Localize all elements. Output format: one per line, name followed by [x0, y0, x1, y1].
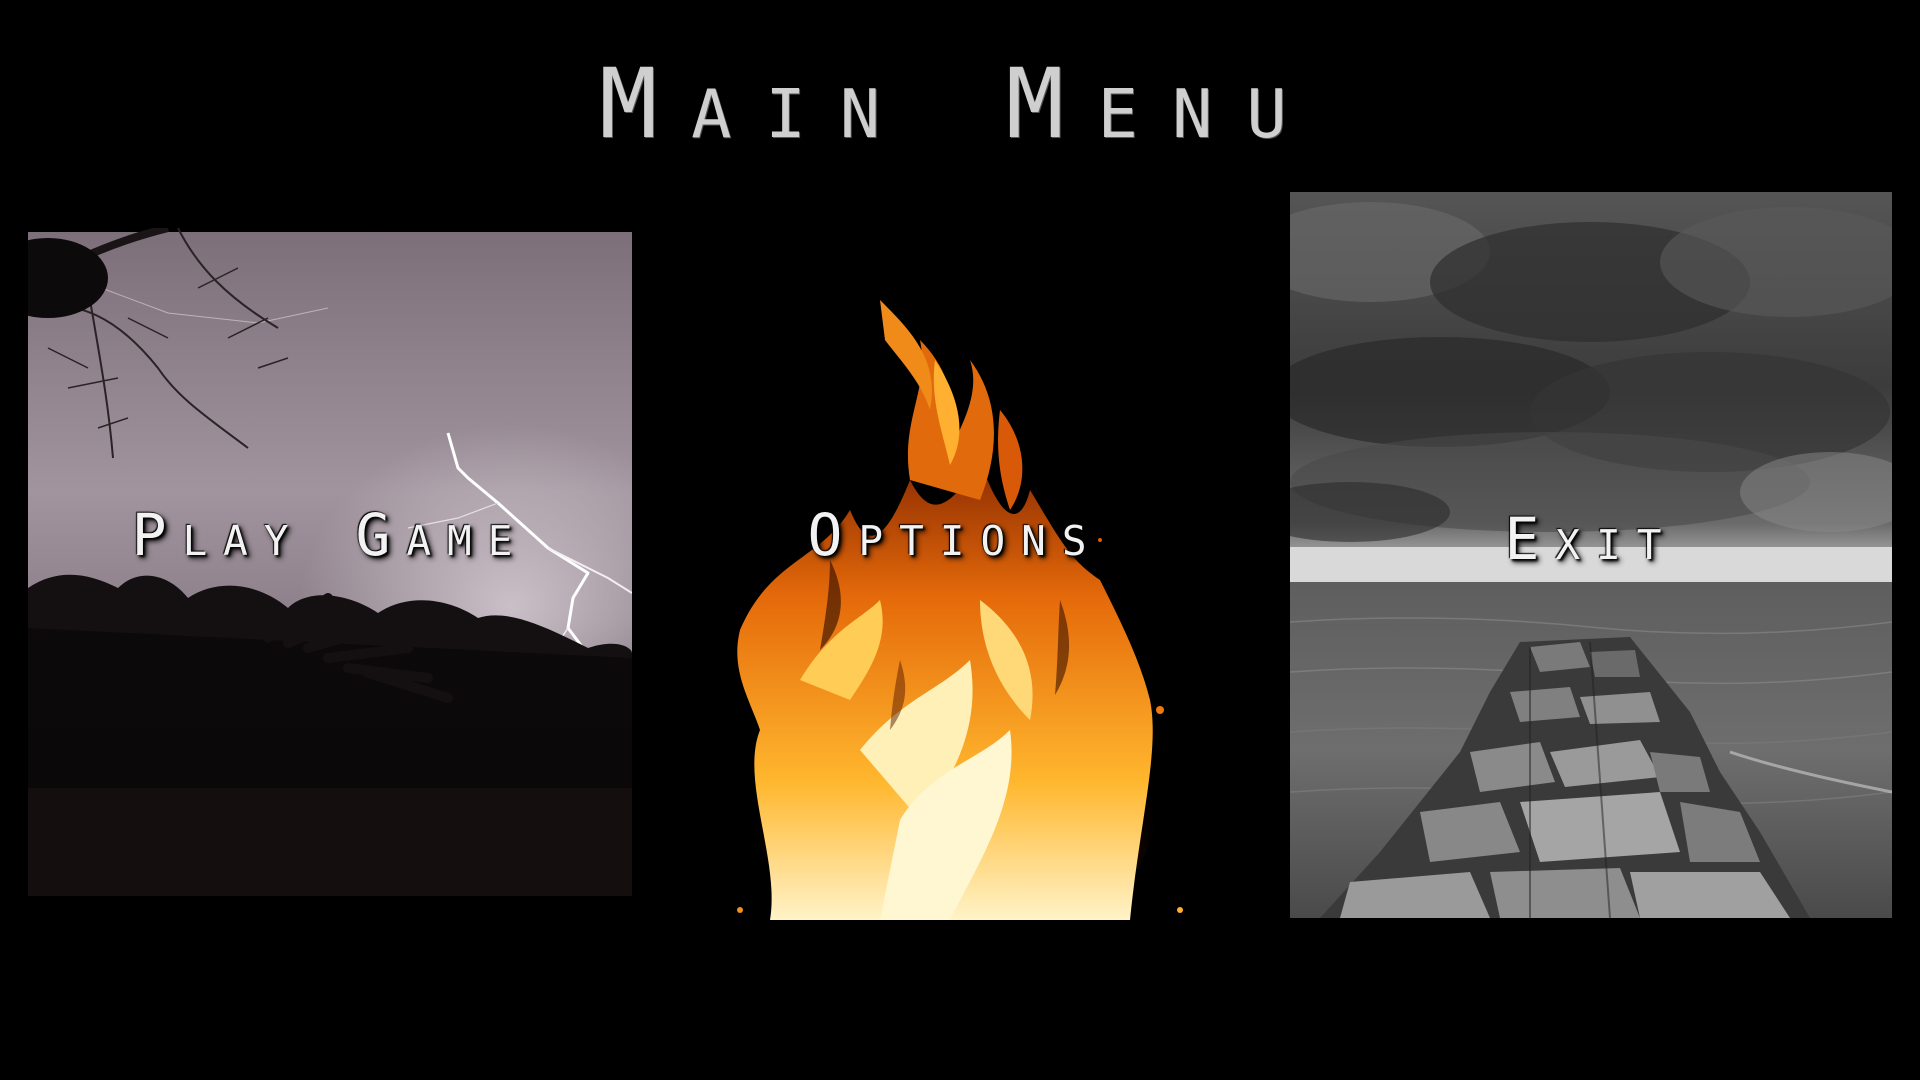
main-menu-title: Main Menu [599, 48, 1321, 160]
exit-button[interactable]: Exit [1290, 192, 1892, 918]
options-label: Options [807, 501, 1103, 569]
options-button[interactable]: Options [680, 300, 1230, 920]
exit-label: Exit [1504, 505, 1678, 573]
play-game-label: Play Game [131, 501, 529, 569]
campfire-image [680, 300, 1230, 920]
play-game-button[interactable]: Play Game [28, 228, 632, 896]
